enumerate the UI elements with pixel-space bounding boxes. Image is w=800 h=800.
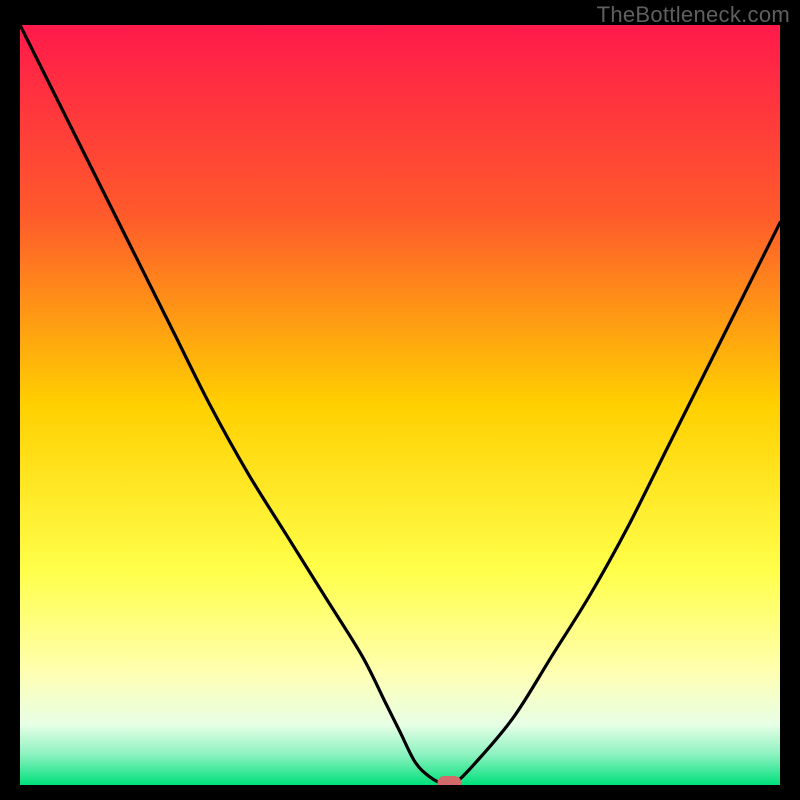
watermark-text: TheBottleneck.com (597, 2, 790, 28)
chart-frame: TheBottleneck.com (0, 0, 800, 800)
chart-svg (20, 25, 780, 785)
markers-group (437, 776, 461, 785)
background-rect (20, 25, 780, 785)
optimum-marker (437, 776, 461, 785)
plot-area (20, 25, 780, 785)
